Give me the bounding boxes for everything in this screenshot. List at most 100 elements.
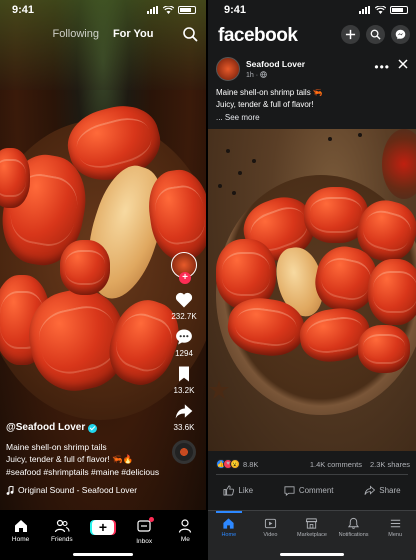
globe-icon <box>260 71 267 78</box>
action-label: Share <box>379 485 401 495</box>
video-icon <box>264 518 276 529</box>
home-icon <box>14 520 27 532</box>
more-options-button[interactable]: ••• <box>374 60 390 74</box>
page-avatar[interactable] <box>216 57 240 81</box>
nav-label: Video <box>263 532 278 538</box>
post-meta: 1h · <box>246 71 267 79</box>
save-count: 13.2K <box>173 386 195 395</box>
home-icon <box>223 518 234 529</box>
sound-name: Original Sound - Seafood Lover <box>18 485 138 495</box>
plus-icon <box>345 29 356 40</box>
messenger-icon <box>395 29 406 40</box>
reactions-summary[interactable]: 👍 ♥ 😮 8.8K 1.4K comments 2.3K shares <box>216 457 410 471</box>
post-header: Seafood Lover 1h · ••• <box>216 57 412 83</box>
nav-label: Friends <box>50 536 73 543</box>
comment-button[interactable]: Comment <box>284 485 334 496</box>
share-count[interactable]: 2.3K shares <box>370 460 410 469</box>
feed-tabs: Following For You <box>0 28 206 40</box>
nav-menu[interactable]: Menu <box>375 517 415 560</box>
action-label: Comment <box>298 485 334 495</box>
tab-following[interactable]: Following <box>52 28 98 40</box>
home-indicator <box>73 553 133 556</box>
wifi-icon <box>163 6 174 14</box>
bell-icon <box>348 517 360 529</box>
comment-icon <box>176 329 192 345</box>
divider <box>216 474 408 475</box>
battery-icon <box>178 6 196 14</box>
battery-icon <box>390 6 408 14</box>
like-button[interactable]: Like <box>223 485 253 496</box>
sound-disc-icon[interactable] <box>172 440 196 464</box>
see-more-link[interactable]: ... See more <box>216 112 356 124</box>
facebook-logo[interactable]: facebook <box>218 25 298 47</box>
nav-home[interactable]: Home <box>209 517 249 560</box>
status-time: 9:41 <box>224 4 247 16</box>
bottom-nav: Home Friends + Inbox Me <box>0 510 206 560</box>
hashtags[interactable]: #seafood #shrimptails #maine #delicious <box>6 466 166 479</box>
save-button[interactable]: 13.2K <box>173 364 195 395</box>
username-text[interactable]: @Seafood Lover <box>6 422 85 435</box>
nav-inbox[interactable]: Inbox <box>126 517 162 545</box>
status-bar: 9:41 <box>224 4 408 16</box>
search-icon[interactable] <box>182 26 198 42</box>
bottom-nav: Home Video Marketplace Notifications Men… <box>208 510 416 560</box>
create-icon: + <box>91 520 114 535</box>
comment-button[interactable]: 1294 <box>174 327 194 358</box>
share-button[interactable]: Share <box>364 484 401 496</box>
facebook-screen: 9:41 facebook Seafood Lover 1h · ••• Mai… <box>208 0 416 560</box>
tiktok-screen: 9:41 Following For You + 232.7K 1294 13.… <box>0 0 206 560</box>
post-photo[interactable] <box>208 129 416 451</box>
share-count: 33.6K <box>173 423 195 432</box>
nav-label: Menu <box>388 532 403 538</box>
wifi-icon <box>375 6 386 14</box>
tab-for-you[interactable]: For You <box>113 28 154 40</box>
profile-icon <box>179 519 192 533</box>
search-button[interactable] <box>366 25 385 44</box>
create-button[interactable] <box>341 25 360 44</box>
nav-label: Me <box>180 536 190 543</box>
action-rail: + 232.7K 1294 13.2K 33.6K <box>168 252 200 464</box>
nav-friends[interactable]: Friends <box>44 518 80 543</box>
caption-line: Juicy, tender & full of flavor! 🦐🔥 <box>6 454 134 464</box>
home-indicator <box>280 553 344 556</box>
caption-line: Maine shell-on shrimp tails <box>6 441 107 452</box>
star-anise-icon <box>209 380 229 399</box>
video-caption: @Seafood Lover Maine shell-on shrimp tai… <box>6 422 166 497</box>
thumbs-up-icon <box>223 485 235 495</box>
nav-label: Home <box>11 536 30 543</box>
marketplace-icon <box>306 518 318 529</box>
chili-bowl <box>382 129 416 199</box>
share-icon <box>364 484 376 495</box>
creator-avatar[interactable]: + <box>171 252 197 284</box>
verified-badge-icon <box>88 423 98 433</box>
reaction-count: 8.8K <box>243 459 259 469</box>
header-actions <box>341 25 410 44</box>
share-arrow-icon <box>175 404 193 419</box>
friends-icon <box>54 519 70 533</box>
post-actions: Like Comment Share <box>208 479 416 501</box>
nav-label: Notifications <box>338 532 369 538</box>
sound-link[interactable]: Original Sound - Seafood Lover <box>6 484 166 497</box>
share-button[interactable]: 33.6K <box>173 401 195 432</box>
wow-reaction-icon: 😮 <box>230 459 240 469</box>
like-button[interactable]: 232.7K <box>171 290 197 321</box>
nav-me[interactable]: Me <box>167 518 203 543</box>
close-icon[interactable] <box>396 57 410 71</box>
create-button[interactable]: + <box>85 518 121 535</box>
post-time: 1h · <box>246 72 259 79</box>
nav-home[interactable]: Home <box>3 518 39 543</box>
status-bar: 9:41 <box>12 4 196 16</box>
status-time: 9:41 <box>12 4 35 16</box>
follow-button[interactable]: + <box>179 272 191 284</box>
creator-username[interactable]: @Seafood Lover <box>6 422 166 435</box>
music-note-icon <box>6 485 14 495</box>
messenger-button[interactable] <box>391 25 410 44</box>
signal-icon <box>147 6 159 14</box>
nav-label: Home <box>221 532 237 538</box>
page-name[interactable]: Seafood Lover <box>246 59 305 69</box>
post-text: Maine shell-on shrimp tails 🦐 Juicy, ten… <box>216 87 356 124</box>
bookmark-icon <box>179 366 189 382</box>
comment-count[interactable]: 1.4K comments <box>310 460 362 469</box>
post-line: Juicy, tender & full of flavor! <box>216 100 314 110</box>
like-count: 232.7K <box>171 312 197 321</box>
